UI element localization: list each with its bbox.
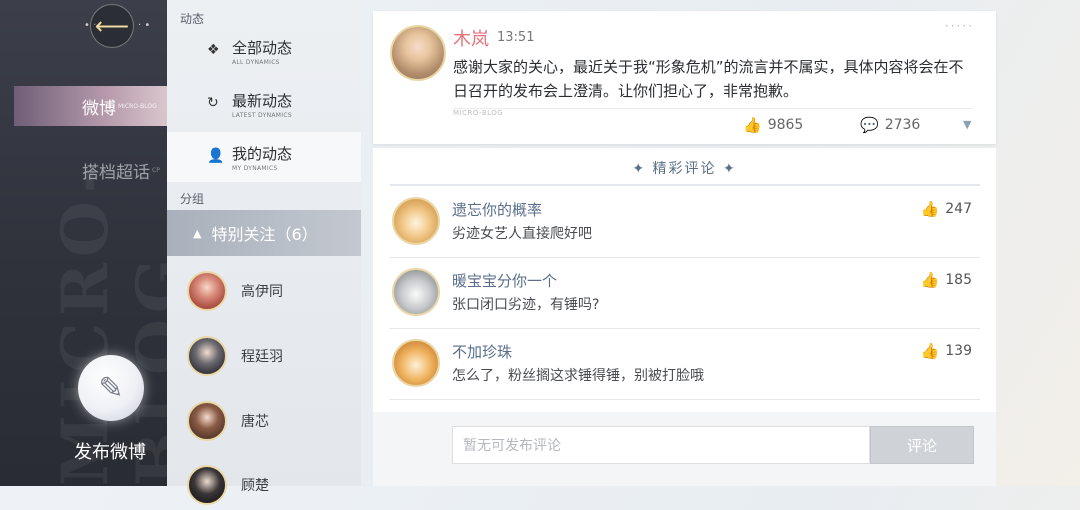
comment-bubble-icon: 💬 — [860, 116, 879, 134]
nav-item-all-dynamics[interactable]: ❖ 全部动态 ALL DYNAMICS — [167, 26, 361, 76]
left-rail: MICRO-BLOG • · ⟵ · • 微博 MICRO-BLOG 搭档超话 … — [0, 0, 167, 486]
comment-text: 劣迹女艺人直接爬好吧 — [452, 226, 592, 242]
contact-item[interactable]: 高伊同 — [187, 266, 283, 316]
comment-text: 张口闭口劣迹，有锤吗? — [452, 297, 600, 313]
comment-like-button[interactable]: 👍 139 — [921, 342, 972, 360]
post-brand-watermark: MICRO-BLOG — [453, 109, 504, 117]
comment-text: 怎么了，粉丝搁这求锤得锤，别被打脸哦 — [452, 368, 704, 384]
post-comment-button[interactable]: 💬 2736 — [860, 116, 920, 134]
avatar — [187, 401, 227, 441]
more-options-icon[interactable]: ····· — [945, 19, 974, 33]
avatar — [187, 465, 227, 505]
commenter-avatar[interactable] — [392, 339, 440, 387]
dynamics-nav: 动态 ❖ 全部动态 ALL DYNAMICS ↻ 最新动态 LATEST DYN… — [167, 0, 361, 505]
rail-item-sublabel: MICRO-BLOG — [118, 102, 157, 110]
post-content: 感谢大家的关心，最近关于我“形象危机”的流言并不属实，具体内容将会在不日召开的发… — [453, 58, 964, 100]
submit-comment-button[interactable]: 评论 — [870, 426, 974, 464]
contact-item[interactable]: 唐芯 — [187, 396, 269, 446]
back-button[interactable]: ⟵ — [90, 4, 134, 48]
nav-item-sublabel: ALL DYNAMICS — [232, 58, 280, 66]
contact-item[interactable]: 顾楚 — [187, 460, 269, 510]
comment-row: 遗忘你的概率 劣迹女艺人直接爬好吧 👍 247 — [390, 187, 980, 258]
comment-row: 不加珍珠 怎么了，粉丝搁这求锤得锤，别被打脸哦 👍 139 — [390, 329, 980, 400]
author-avatar[interactable] — [390, 25, 446, 81]
commenter-name[interactable]: 遗忘你的概率 — [452, 199, 542, 220]
rail-item-micro-blog[interactable]: 微博 MICRO-BLOG — [14, 86, 167, 126]
nav-item-label: 我的动态 — [232, 144, 293, 163]
rail-item-label: 搭档超话 — [82, 162, 150, 183]
thumbs-up-icon: 👍 — [920, 271, 940, 289]
commenter-name[interactable]: 不加珍珠 — [452, 341, 512, 362]
section-label-dynamics: 动态 — [180, 12, 205, 26]
commenter-avatar[interactable] — [392, 197, 440, 245]
contact-name: 高伊同 — [241, 284, 283, 300]
group-label: 特别关注（6） — [211, 225, 318, 244]
contact-item[interactable]: 程廷羽 — [187, 331, 283, 381]
post-divider — [453, 108, 973, 109]
commenter-avatar[interactable] — [392, 268, 440, 316]
section-label-groups: 分组 — [180, 192, 205, 206]
comment-row: 暖宝宝分你一个 张口闭口劣迹，有锤吗? 👍 185 — [390, 258, 980, 329]
thumbs-up-icon: 👍 — [920, 342, 940, 360]
comments-title: ✦ 精彩评论 ✦ — [632, 161, 737, 177]
comment-like-count: 247 — [945, 201, 972, 217]
post-like-button[interactable]: 👍 9865 — [743, 116, 803, 134]
nav-item-sublabel: LATEST DYNAMICS — [232, 111, 292, 119]
comment-input-area: 暂无可发布评论 评论 — [373, 412, 996, 486]
nav-item-label: 最新动态 — [232, 91, 293, 110]
chevron-down-icon[interactable]: ▼ — [963, 118, 971, 131]
comment-like-button[interactable]: 👍 247 — [921, 200, 972, 218]
post-card: 木岚 13:51 ····· 感谢大家的关心，最近关于我“形象危机”的流言并不属… — [373, 11, 996, 144]
thumbs-up-icon: 👍 — [920, 200, 940, 218]
post-comment-count: 2736 — [884, 117, 921, 133]
nav-item-my-dynamics[interactable]: 👤 我的动态 MY DYNAMICS — [167, 132, 361, 182]
compose-post-label: 发布微博 — [74, 442, 146, 463]
triangle-up-icon: ▲ — [193, 226, 202, 240]
nav-item-label: 全部动态 — [232, 38, 293, 57]
nav-item-latest-dynamics[interactable]: ↻ 最新动态 LATEST DYNAMICS — [167, 79, 361, 129]
compose-post-button[interactable]: ✎ — [78, 355, 144, 421]
comment-input[interactable]: 暂无可发布评论 — [452, 426, 870, 464]
refresh-icon: ↻ — [207, 95, 219, 111]
contact-name: 顾楚 — [241, 478, 269, 494]
avatar — [187, 271, 227, 311]
nav-item-sublabel: MY DYNAMICS — [232, 164, 278, 172]
comment-like-button[interactable]: 👍 185 — [921, 271, 972, 289]
contact-name: 唐芯 — [241, 414, 269, 430]
post-like-count: 9865 — [767, 117, 804, 133]
arrow-left-icon: ⟵ — [94, 12, 130, 40]
comments-divider — [390, 184, 980, 186]
group-special-follow[interactable]: ▲ 特别关注（6） — [167, 210, 361, 256]
post-author[interactable]: 木岚 — [453, 25, 489, 51]
commenter-name[interactable]: 暖宝宝分你一个 — [452, 270, 557, 291]
rail-item-cp-topic[interactable]: 搭档超话 CP — [14, 150, 167, 190]
comment-like-count: 185 — [945, 272, 972, 288]
contact-name: 程廷羽 — [241, 349, 283, 365]
avatar — [187, 336, 227, 376]
rail-item-label: 微博 — [82, 98, 116, 119]
pen-icon: ✎ — [98, 370, 124, 406]
post-time: 13:51 — [497, 30, 535, 45]
dots-decoration: · • — [138, 20, 151, 31]
thumbs-up-icon: 👍 — [743, 116, 762, 134]
person-icon: 👤 — [207, 148, 225, 164]
diamond-grid-icon: ❖ — [207, 42, 220, 58]
comments-panel: ✦ 精彩评论 ✦ 遗忘你的概率 劣迹女艺人直接爬好吧 👍 247 暖宝宝分你一个… — [373, 148, 996, 486]
rail-item-sublabel: CP — [152, 166, 160, 174]
comment-like-count: 139 — [945, 343, 972, 359]
